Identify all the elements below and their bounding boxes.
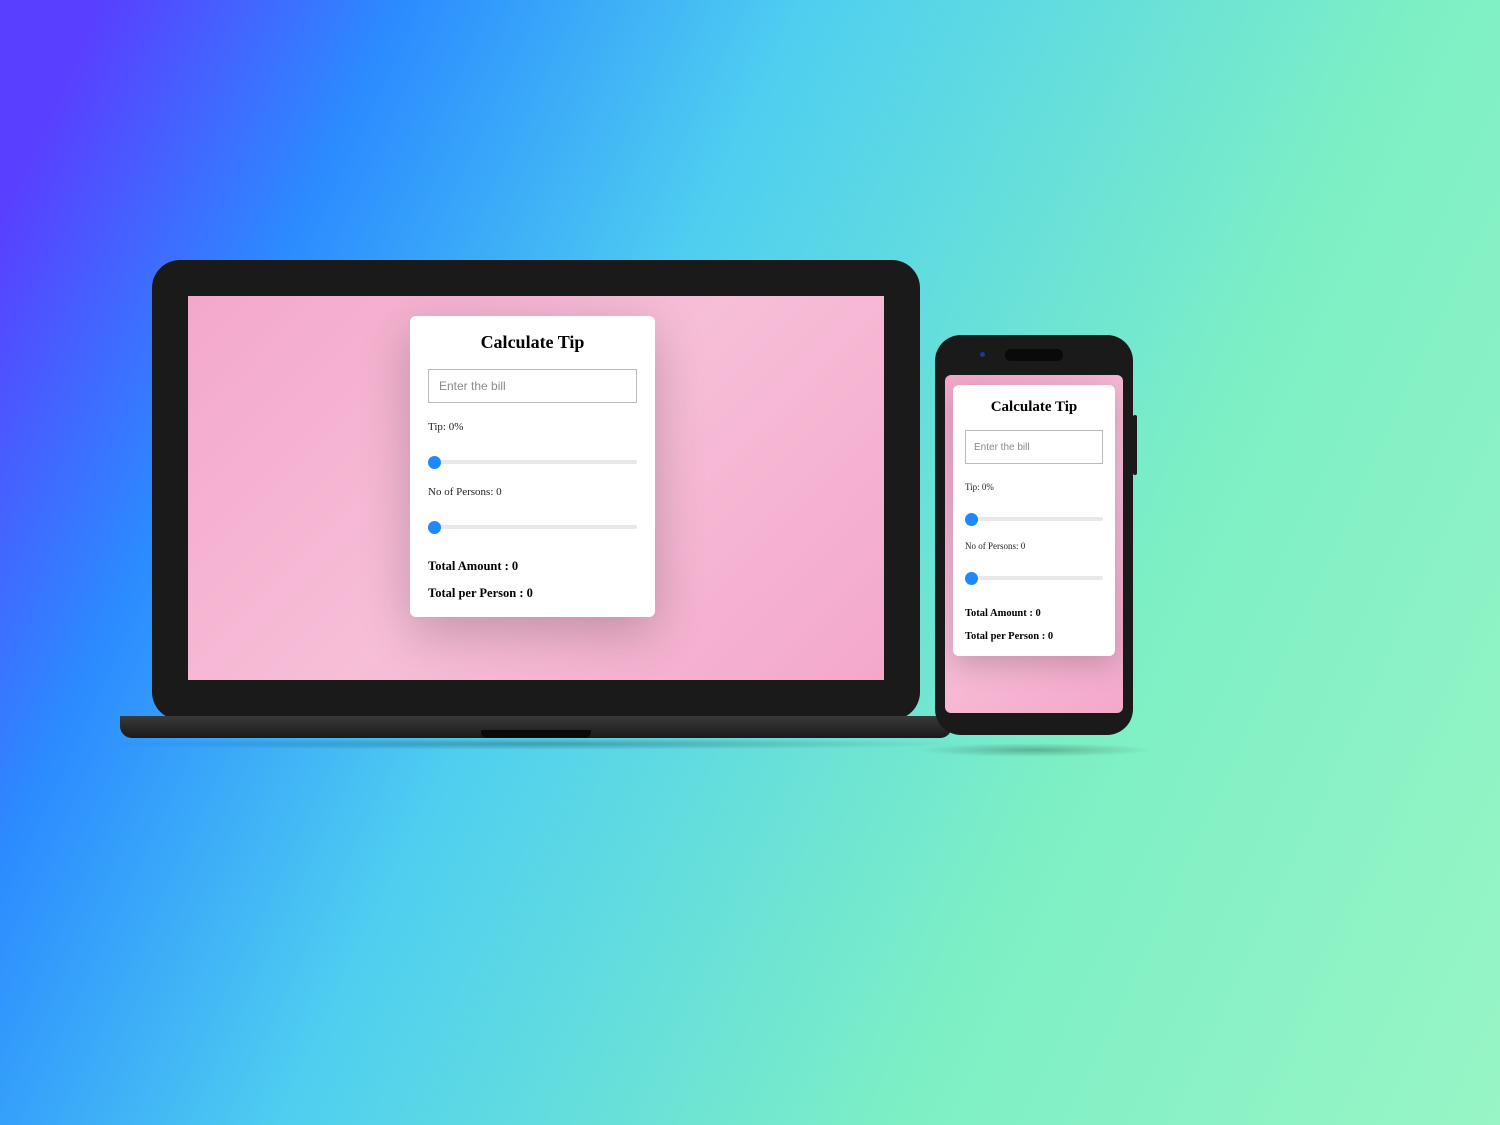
- phone-viewport: Calculate Tip Tip: 0% No of Persons: 0 T…: [945, 375, 1123, 713]
- tip-calculator-card: Calculate Tip Tip: 0% No of Persons: 0 T…: [410, 316, 655, 617]
- phone-side-button: [1133, 415, 1137, 475]
- persons-count-label: No of Persons: 0: [428, 486, 637, 498]
- total-amount-output-mobile: Total Amount : 0: [965, 608, 1103, 619]
- laptop-trackpad-notch: [481, 730, 591, 738]
- bill-amount-input[interactable]: [428, 369, 637, 403]
- phone-device: Calculate Tip Tip: 0% No of Persons: 0 T…: [935, 335, 1133, 735]
- tip-percent-label-mobile: Tip: 0%: [965, 482, 1103, 492]
- tip-percent-slider-mobile[interactable]: [965, 517, 1103, 521]
- phone-speaker-notch: [1005, 349, 1063, 361]
- laptop-device: Calculate Tip Tip: 0% No of Persons: 0 T…: [152, 260, 920, 720]
- card-title: Calculate Tip: [428, 332, 637, 353]
- tip-percent-slider[interactable]: [428, 460, 637, 464]
- tip-percent-label: Tip: 0%: [428, 421, 637, 433]
- laptop-screen-bezel: Calculate Tip Tip: 0% No of Persons: 0 T…: [152, 260, 920, 720]
- persons-count-label-mobile: No of Persons: 0: [965, 541, 1103, 551]
- laptop-viewport: Calculate Tip Tip: 0% No of Persons: 0 T…: [188, 296, 884, 680]
- total-per-person-output: Total per Person : 0: [428, 586, 637, 601]
- phone-shadow: [915, 743, 1153, 757]
- phone-camera: [980, 352, 985, 357]
- total-amount-output: Total Amount : 0: [428, 559, 637, 574]
- phone-body: Calculate Tip Tip: 0% No of Persons: 0 T…: [935, 335, 1133, 735]
- card-title-mobile: Calculate Tip: [965, 399, 1103, 416]
- laptop-shadow: [92, 738, 980, 750]
- persons-count-slider-mobile[interactable]: [965, 576, 1103, 580]
- tip-calculator-card-mobile: Calculate Tip Tip: 0% No of Persons: 0 T…: [953, 385, 1115, 656]
- bill-amount-input-mobile[interactable]: [965, 430, 1103, 464]
- total-per-person-output-mobile: Total per Person : 0: [965, 631, 1103, 642]
- persons-count-slider[interactable]: [428, 525, 637, 529]
